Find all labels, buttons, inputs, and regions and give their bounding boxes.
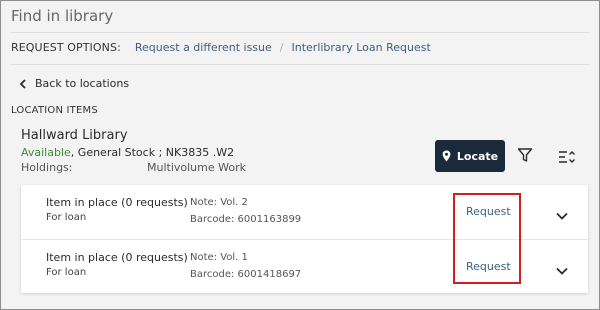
holdings-line: Holdings: Multivolume Work [21, 161, 271, 174]
item-policy: For loan [46, 267, 87, 278]
item-note: Note: Vol. 1 [190, 252, 248, 263]
item-barcode: Barcode: 6001418697 [190, 269, 302, 280]
sort-button[interactable] [558, 149, 576, 168]
back-to-locations-button[interactable]: Back to locations [19, 77, 129, 90]
chevron-left-icon [19, 78, 26, 89]
find-in-library-panel: Find in library REQUEST OPTIONS: Request… [0, 0, 600, 310]
chevron-down-icon [556, 212, 568, 220]
holdings-label: Holdings: [21, 161, 73, 174]
library-name: Hallward Library [21, 128, 128, 143]
interlibrary-loan-link[interactable]: Interlibrary Loan Request [292, 41, 431, 54]
request-options-bar: REQUEST OPTIONS: Request a different iss… [11, 41, 431, 54]
location-status: Available, General Stock ; NK3835 .W2 [21, 146, 234, 159]
options-divider [11, 64, 589, 65]
expand-item-button[interactable] [556, 205, 568, 224]
locate-label: Locate [456, 149, 499, 163]
request-different-issue-link[interactable]: Request a different issue [135, 41, 272, 54]
location-detail: , General Stock ; NK3835 .W2 [70, 146, 235, 159]
chevron-down-icon [556, 267, 568, 275]
back-to-locations-label: Back to locations [35, 77, 130, 90]
holdings-value: Multivolume Work [147, 161, 246, 174]
filter-icon [517, 148, 533, 162]
expand-item-button[interactable] [556, 260, 568, 279]
sort-icon [559, 151, 575, 163]
availability-status: Available [21, 146, 71, 159]
item-barcode: Barcode: 6001163899 [190, 214, 302, 225]
link-separator: / [279, 41, 284, 54]
locate-button[interactable]: Locate [435, 140, 505, 172]
item-status: Item in place (0 requests) [46, 251, 188, 264]
title-divider [11, 32, 589, 33]
filter-button[interactable] [517, 147, 533, 167]
map-pin-icon [442, 150, 451, 162]
panel-title: Find in library [11, 7, 114, 25]
item-status: Item in place (0 requests) [46, 196, 188, 209]
item-note: Note: Vol. 2 [190, 197, 248, 208]
request-highlight-box [453, 193, 521, 284]
item-policy: For loan [46, 212, 87, 223]
request-options-label: REQUEST OPTIONS: [11, 41, 121, 54]
location-items-heading: LOCATION ITEMS [11, 105, 98, 116]
